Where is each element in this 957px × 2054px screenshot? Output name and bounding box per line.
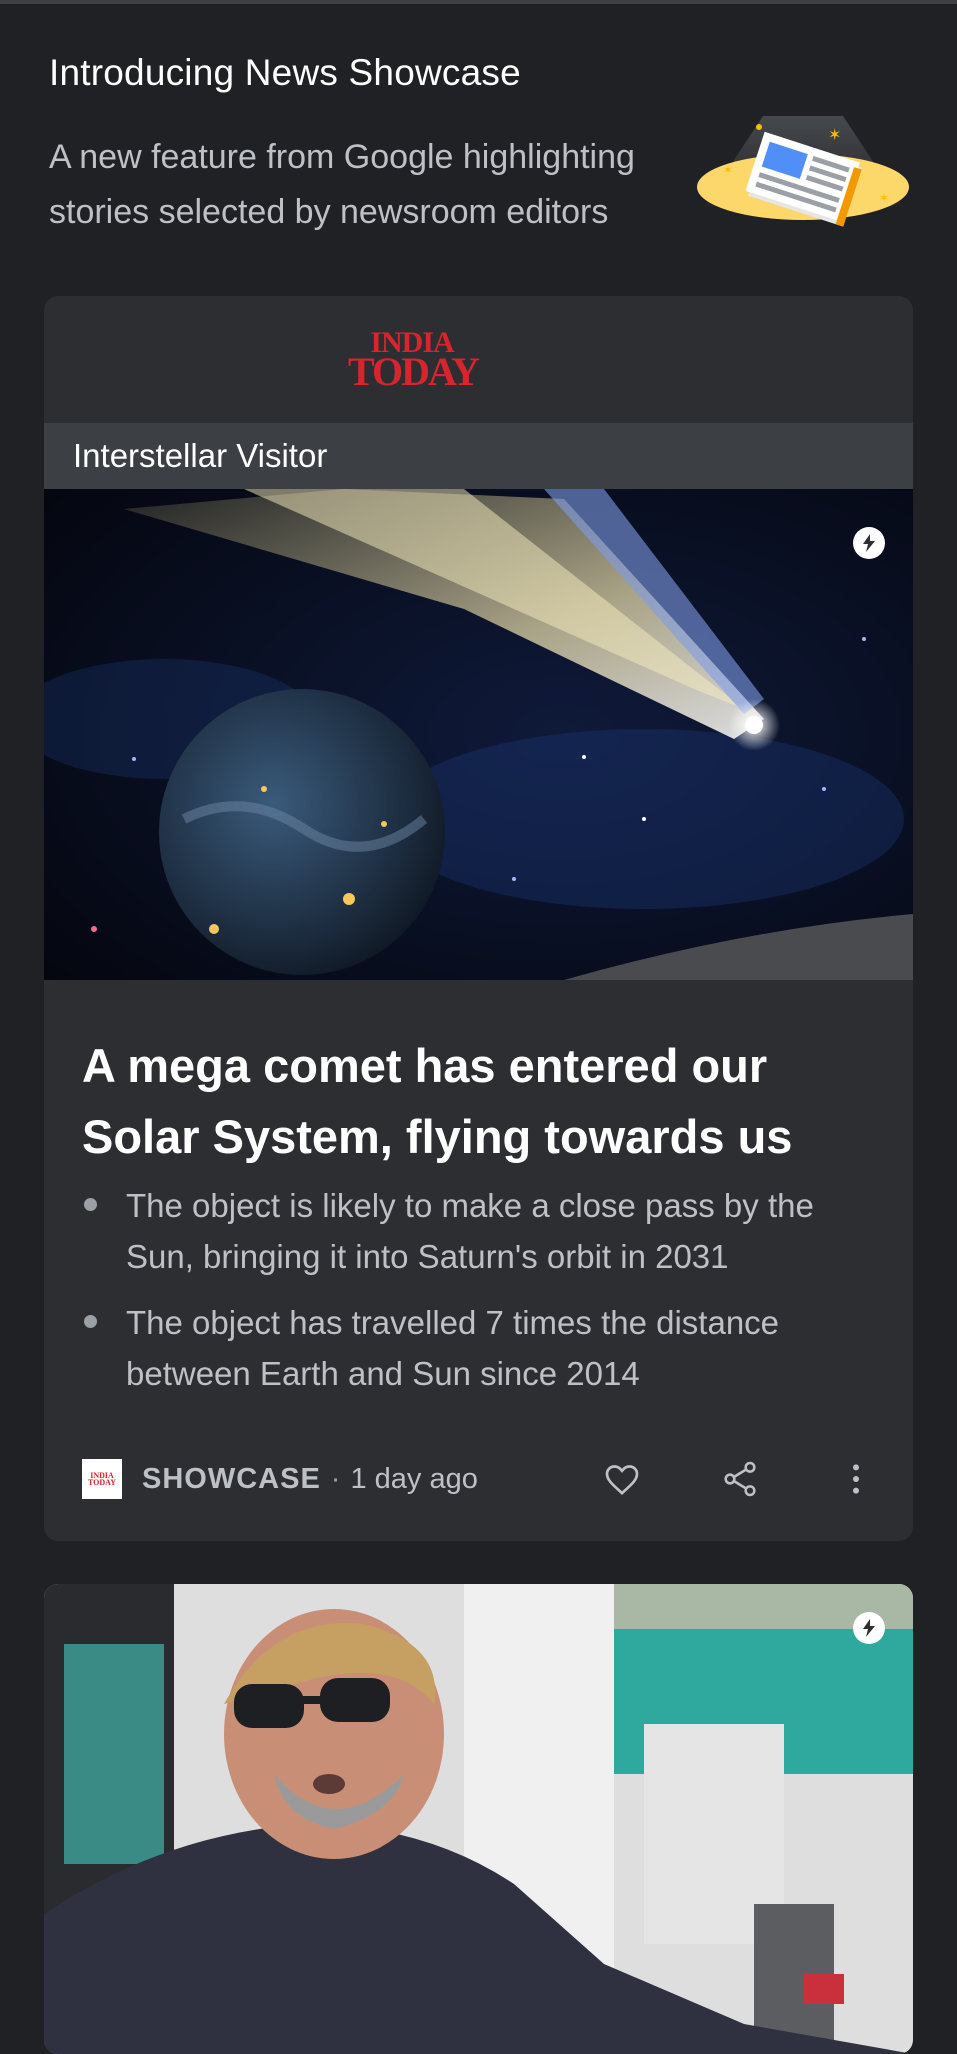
- bullet-item: The object is likely to make a close pas…: [82, 1180, 875, 1282]
- source-logo: INDIA TODAY: [82, 1459, 122, 1499]
- bullet-text: The object is likely to make a close pas…: [126, 1187, 814, 1275]
- publisher-bar[interactable]: INDIA TODAY: [44, 296, 913, 423]
- story-card[interactable]: INDIA TODAY Interstellar Visitor A mega …: [44, 296, 913, 1541]
- source-name[interactable]: SHOWCASE: [142, 1463, 321, 1496]
- newspaper-spotlight-icon: ✶ ✶ ✶: [693, 112, 913, 242]
- share-icon[interactable]: [716, 1455, 764, 1503]
- story-actions: [598, 1417, 913, 1541]
- source-logo-line2: TODAY: [87, 1478, 116, 1487]
- intro-description: A new feature from Google highlighting s…: [49, 138, 635, 231]
- publisher-logo-line2: TODAY: [348, 349, 480, 395]
- more-options-icon[interactable]: [832, 1455, 880, 1503]
- svg-text:✶: ✶: [879, 191, 889, 205]
- intro-title: Introducing News Showcase: [49, 52, 521, 93]
- topic-label: Interstellar Visitor: [73, 437, 328, 474]
- story-headline[interactable]: A mega comet has entered our Solar Syste…: [44, 980, 913, 1172]
- bullet-text: The object has travelled 7 times the dis…: [126, 1304, 780, 1392]
- comet-planet-image[interactable]: [44, 489, 913, 980]
- next-story-card[interactable]: [44, 1584, 913, 2054]
- lightning-bolt-icon: [853, 1612, 885, 1644]
- separator-dot: ·: [330, 1462, 341, 1495]
- bullet-dot-icon: [84, 1198, 97, 1211]
- topic-bar: Interstellar Visitor: [44, 423, 913, 489]
- publisher-logo[interactable]: INDIA TODAY: [348, 328, 480, 395]
- story-time: 1 day ago: [350, 1462, 478, 1495]
- story-bullets: The object is likely to make a close pas…: [44, 1172, 913, 1399]
- showcase-intro: Introducing News Showcase A new feature …: [0, 4, 957, 296]
- lightning-bolt-icon: [853, 527, 885, 559]
- man-sunglasses-boat-photo[interactable]: [44, 1584, 913, 2054]
- svg-text:✶: ✶: [723, 163, 733, 177]
- heart-icon[interactable]: [598, 1455, 646, 1503]
- bullet-item: The object has travelled 7 times the dis…: [82, 1297, 875, 1399]
- story-footer: INDIA TODAY SHOWCASE · 1 day ago: [44, 1417, 913, 1541]
- bullet-dot-icon: [84, 1315, 97, 1328]
- svg-text:✶: ✶: [828, 125, 841, 144]
